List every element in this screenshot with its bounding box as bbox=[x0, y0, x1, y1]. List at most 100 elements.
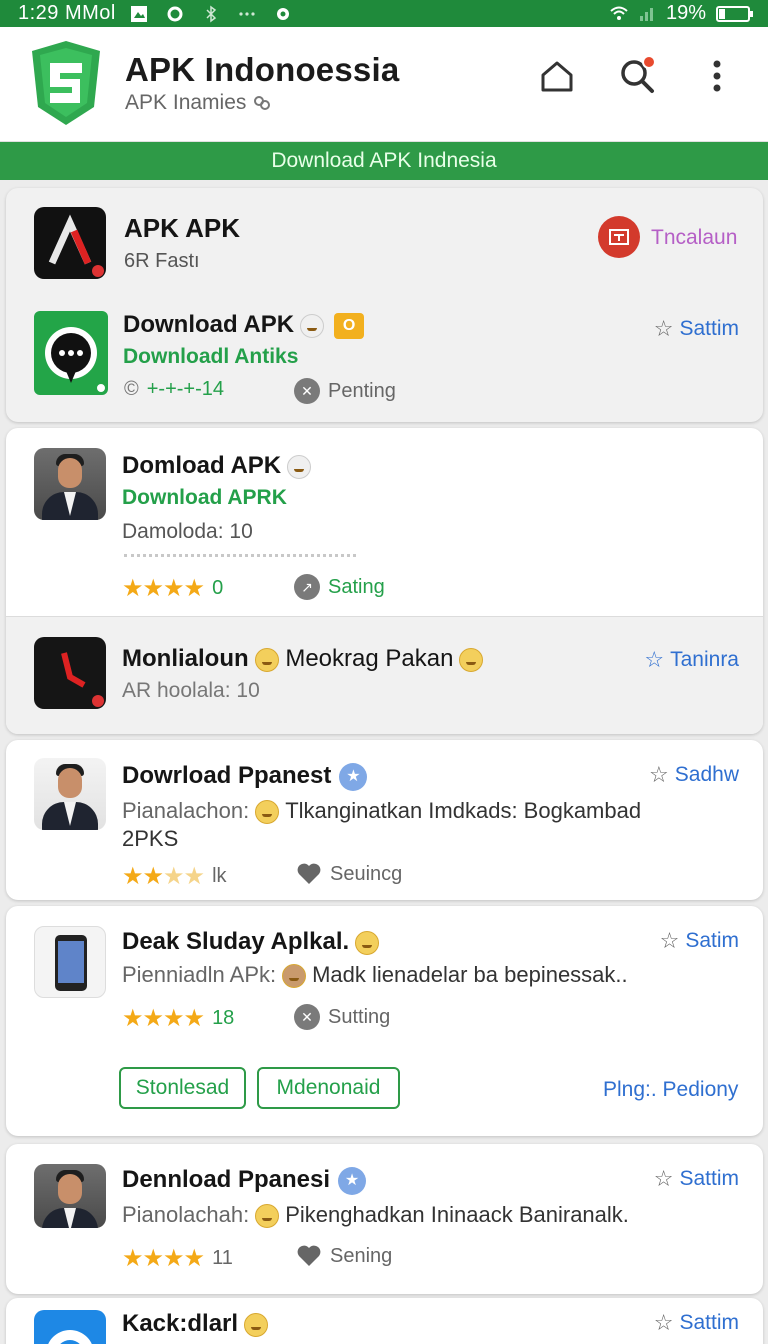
app-card: Deak Sluday Aplkal. Pienniadln APk: Madk … bbox=[6, 906, 763, 1136]
heart-icon bbox=[297, 863, 321, 884]
rating-stars: ★★★★ bbox=[122, 1245, 205, 1272]
item-meta: © +-+-+-14 bbox=[124, 378, 225, 400]
a-logo-icon bbox=[48, 214, 104, 277]
item-subtitle: Downloadl Antiks bbox=[123, 345, 299, 368]
more-options-button[interactable] bbox=[696, 55, 738, 97]
more-vert-icon bbox=[713, 60, 721, 92]
app-logo-shield bbox=[32, 41, 100, 125]
emoji-icon bbox=[355, 930, 380, 955]
save-link[interactable]: ☆ Sattim bbox=[654, 316, 739, 342]
item-description: Pienniadln APk: Madk lienadelar ba bepine… bbox=[122, 962, 628, 989]
status-time: 1:29 MMol bbox=[18, 2, 116, 24]
close-circle-icon: ✕ bbox=[294, 378, 320, 404]
details-link[interactable]: Plng:. Pediony bbox=[603, 1078, 738, 1102]
home-icon bbox=[541, 61, 573, 92]
emoji-icon bbox=[287, 454, 312, 479]
list-item[interactable]: Download APK O Downloadl Antiks © +-+-+-1… bbox=[6, 298, 763, 422]
app-round-icon bbox=[48, 1330, 92, 1344]
star-outline-icon: ☆ bbox=[653, 316, 674, 341]
save-link[interactable]: ☆ Sattim bbox=[654, 1166, 739, 1192]
download-button[interactable]: Stonlesad bbox=[119, 1067, 246, 1109]
list-item[interactable]: Deak Sluday Aplkal. Pienniadln APk: Madk … bbox=[6, 906, 763, 1136]
item-rating: ★★★★ 0 bbox=[122, 575, 224, 602]
avatar bbox=[34, 448, 106, 520]
item-title: Domload APK bbox=[122, 452, 312, 480]
item-title: Deak Sluday Aplkal. bbox=[122, 928, 380, 956]
list-item[interactable]: Domload APK Download APRK Damoloda: 10 ★… bbox=[6, 428, 763, 616]
item-status: ✕ Penting bbox=[294, 378, 396, 404]
emoji-icon bbox=[255, 800, 280, 825]
app-icon bbox=[34, 926, 106, 998]
list-item[interactable]: Monlialoun Meokrag Pakan AR hoolala: 10 … bbox=[6, 617, 763, 734]
list-item[interactable]: APK APK 6R Fastı Tncalaun bbox=[6, 188, 763, 298]
item-description: Pianalachon: Tlkanginatkan Imdkads: Bogka… bbox=[122, 798, 642, 825]
item-rating: ★★★★ lk bbox=[122, 863, 227, 890]
star-outline-icon: ☆ bbox=[659, 928, 680, 953]
save-link[interactable]: ☆ Sattim bbox=[654, 1310, 739, 1336]
item-subtitle: Download APRK bbox=[122, 486, 287, 509]
more-dots-icon bbox=[239, 11, 255, 16]
link-icon bbox=[254, 96, 271, 111]
item-description: Pianolachah: Pikenghadkan Ininaack Banira… bbox=[122, 1202, 629, 1229]
heart-icon bbox=[297, 1245, 321, 1266]
copyright-icon: © bbox=[124, 378, 139, 400]
list-item[interactable]: Dowrload Ppanest ★ Pianalachon: Tlkanginat… bbox=[6, 740, 763, 900]
rating-stars: ★★★★ bbox=[122, 1005, 205, 1032]
bluetooth-icon bbox=[206, 5, 217, 22]
close-circle-icon: ✕ bbox=[294, 1004, 320, 1030]
emoji-icon bbox=[254, 647, 279, 672]
download-banner[interactable]: Download APK Indnesia bbox=[0, 142, 768, 180]
app-icon bbox=[34, 637, 106, 709]
battery-percent: 19% bbox=[665, 2, 706, 24]
app-icon bbox=[34, 1310, 106, 1344]
item-subtitle: 6R Fastı bbox=[124, 250, 200, 272]
list-item[interactable]: Kack:dlarl ☆ Sattim bbox=[6, 1298, 763, 1344]
wifi-icon bbox=[610, 6, 628, 20]
image-icon bbox=[130, 5, 147, 22]
list-item[interactable]: Dennload Ppanesi ★ Pianolachah: Pikenghadk… bbox=[6, 1144, 763, 1294]
app-bar: APK Indonoessia APK Inamies bbox=[0, 27, 768, 142]
phone-icon bbox=[55, 935, 87, 991]
verified-icon: ★ bbox=[338, 1166, 367, 1195]
status-icons bbox=[130, 5, 292, 23]
home-button[interactable] bbox=[536, 55, 578, 97]
install-badge bbox=[598, 216, 640, 258]
settings-icon bbox=[276, 7, 289, 20]
featured-card: APK APK 6R Fastı Tncalaun Download APK O … bbox=[6, 188, 763, 422]
item-title: APK APK bbox=[124, 213, 241, 243]
chat-bubble-icon bbox=[45, 327, 107, 394]
save-link[interactable]: ☆ Taninra bbox=[644, 647, 739, 673]
download-alt-button[interactable]: Mdenonaid bbox=[257, 1067, 400, 1109]
item-status: ✕ Sutting bbox=[294, 1004, 390, 1030]
app-icon bbox=[34, 207, 106, 279]
save-link[interactable]: ☆ Sadhw bbox=[649, 762, 739, 788]
avatar bbox=[34, 1164, 106, 1228]
star-outline-icon: ☆ bbox=[653, 1310, 674, 1335]
item-title: Monlialoun Meokrag Pakan bbox=[122, 645, 484, 673]
item-status: ↗ Sating bbox=[294, 574, 385, 600]
app-subtitle: APK Inamies bbox=[125, 91, 272, 115]
star-outline-icon: ☆ bbox=[653, 1166, 674, 1191]
emoji-icon bbox=[282, 964, 307, 989]
item-rating: ★★★★ 18 bbox=[122, 1005, 235, 1032]
item-status: Sening bbox=[296, 1244, 392, 1268]
item-status: Seuincg bbox=[296, 862, 402, 886]
item-detail: Damoloda: 10 bbox=[122, 520, 253, 543]
app-title: APK Indonoessia bbox=[125, 51, 400, 88]
search-button[interactable] bbox=[616, 55, 658, 97]
save-link[interactable]: ☆ Satim bbox=[660, 928, 739, 954]
signal-icon bbox=[639, 7, 653, 21]
star-outline-icon: ☆ bbox=[649, 762, 669, 787]
rating-stars: ★★★★ bbox=[122, 863, 205, 890]
app-icon bbox=[34, 311, 108, 395]
item-title: Dennload Ppanesi ★ bbox=[122, 1166, 367, 1195]
sync-icon bbox=[167, 6, 183, 21]
item-title: Kack:dlarl bbox=[122, 1310, 269, 1338]
app-card: Kack:dlarl ☆ Sattim bbox=[6, 1298, 763, 1344]
notification-dot bbox=[642, 55, 656, 69]
emoji-icon bbox=[244, 1312, 269, 1337]
item-badge: O bbox=[334, 312, 365, 339]
install-link[interactable]: Tncalaun bbox=[651, 226, 737, 250]
star-outline-icon: ☆ bbox=[644, 647, 665, 672]
app-card: Domload APK Download APRK Damoloda: 10 ★… bbox=[6, 428, 763, 734]
